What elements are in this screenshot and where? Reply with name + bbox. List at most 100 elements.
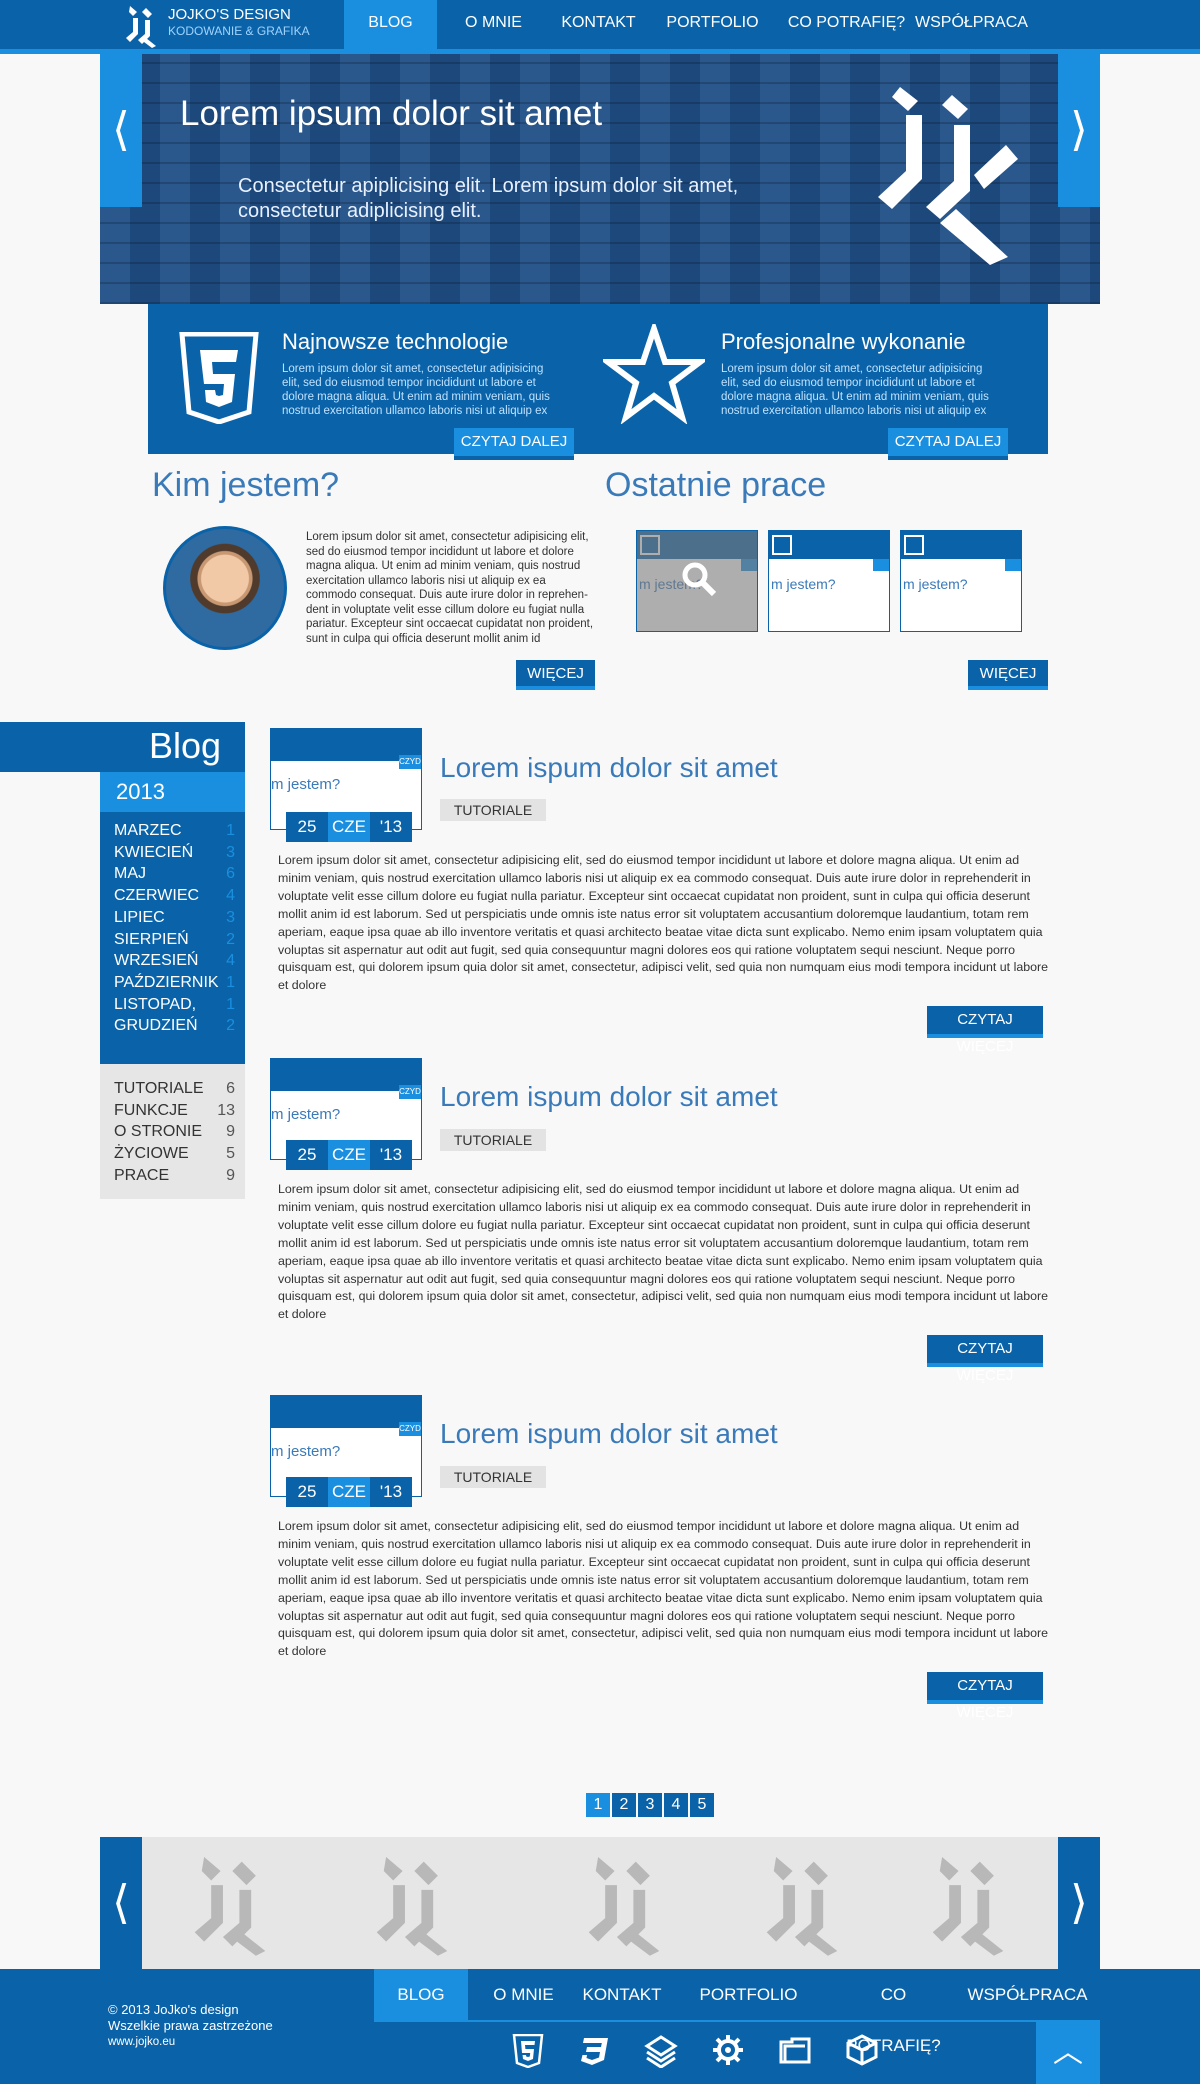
nav-co-potrafie[interactable]: CO POTRAFIĘ? — [778, 0, 915, 49]
date-year: '13 — [370, 812, 412, 842]
footer-nav-kontakt[interactable]: KONTAKT — [579, 1969, 665, 2020]
month-name: KWIECIEŃ — [114, 843, 194, 861]
about-heading: Kim jestem? — [152, 466, 340, 504]
post-title[interactable]: Lorem ispum dolor sit amet — [440, 752, 778, 784]
page-1[interactable]: 1 — [586, 1793, 610, 1817]
jjk-logo-icon[interactable] — [190, 1849, 270, 1959]
month-item[interactable]: WRZESIEŃ 4 — [114, 950, 235, 972]
category-item[interactable]: TUTORIALE 6 — [114, 1078, 235, 1100]
page-3[interactable]: 3 — [638, 1793, 662, 1817]
month-name: SIERPIEŃ — [114, 930, 189, 948]
category-item[interactable]: PRACE 9 — [114, 1165, 235, 1187]
read-more-button[interactable]: CZYTAJ WIĘCEJ — [927, 1006, 1043, 1055]
month-item[interactable]: GRUDZIEŃ 2 — [114, 1015, 235, 1037]
nav-wspolpraca[interactable]: WSPÓŁPRACA — [915, 0, 1028, 49]
footer-nav-wspolpraca[interactable]: WSPÓŁPRACA — [955, 1969, 1100, 2020]
jjk-big-logo-icon — [878, 87, 1018, 265]
month-name: CZERWIEC — [114, 887, 200, 905]
date-month: CZE — [328, 1140, 370, 1170]
feature-text: Lorem ipsum dolor sit amet, consectetur … — [282, 363, 550, 417]
category-name: FUNKCJE — [114, 1101, 188, 1119]
month-count: 3 — [226, 843, 235, 861]
month-count: 1 — [226, 822, 235, 839]
footer-icons — [512, 2034, 878, 2068]
page-2[interactable]: 2 — [612, 1793, 636, 1817]
work-thumbnail[interactable]: m jestem? — [636, 530, 758, 632]
slider-prev-arrow[interactable]: ⟨ — [100, 54, 142, 207]
footer-nav-portfolio[interactable]: PORTFOLIO — [665, 1969, 832, 2020]
post-title[interactable]: Lorem ispum dolor sit amet — [440, 1081, 778, 1113]
footer-nav-o-mnie[interactable]: O MNIE — [468, 1969, 579, 2020]
footer-nav-blog[interactable]: BLOG — [374, 1969, 468, 2020]
css3-icon[interactable] — [578, 2034, 610, 2068]
jjk-logo-icon[interactable] — [584, 1849, 664, 1959]
post-title[interactable]: Lorem ispum dolor sit amet — [440, 1418, 778, 1450]
footer-nav-co-potrafie[interactable]: CO POTRAFIĘ? — [832, 1969, 955, 2055]
category-item[interactable]: ŻYCIOWE 5 — [114, 1143, 235, 1165]
pagination: 1 2 3 4 5 — [586, 1793, 714, 1817]
about-more-button[interactable]: WIĘCEJ — [516, 660, 595, 690]
box-open-icon[interactable] — [778, 2034, 812, 2066]
read-more-button[interactable]: CZYTAJ WIĘCEJ — [927, 1335, 1043, 1384]
jjk-logo-icon[interactable] — [928, 1849, 1008, 1959]
slide-text: Consectetur apiplicising elit. Lorem ips… — [238, 175, 739, 222]
month-item[interactable]: PAŹDZIERNIK 1 — [114, 972, 235, 994]
post-date: 25 CZE '13 — [286, 1140, 412, 1170]
nav-kontakt[interactable]: KONTAKT — [550, 0, 647, 49]
date-day: 25 — [286, 812, 328, 842]
month-item[interactable]: LIPIEC 3 — [114, 907, 235, 929]
category-count: 9 — [226, 1123, 235, 1141]
logos-next-arrow[interactable]: ⟩ — [1058, 1837, 1100, 1969]
category-item[interactable]: O STRONIE 9 — [114, 1121, 235, 1143]
brand-title: JOJKO'S DESIGN — [168, 6, 291, 23]
main-nav: BLOG O MNIE KONTAKT PORTFOLIO CO POTRAFI… — [344, 0, 1028, 49]
gear-icon[interactable] — [712, 2034, 744, 2066]
jjk-logo-icon[interactable] — [372, 1849, 452, 1959]
month-item[interactable]: CZERWIEC 4 — [114, 885, 235, 907]
cube-icon[interactable] — [846, 2034, 878, 2066]
nav-portfolio[interactable]: PORTFOLIO — [647, 0, 778, 49]
page-5[interactable]: 5 — [690, 1793, 714, 1817]
date-day: 25 — [286, 1140, 328, 1170]
logos-prev-arrow[interactable]: ⟨ — [100, 1837, 142, 1969]
work-thumbnail[interactable]: m jestem? — [768, 530, 890, 632]
rights-text: Wszelkie prawa zastrzeżone — [108, 2018, 273, 2033]
hero-slider: Lorem ipsum dolor sit amet Consectetur a… — [100, 54, 1100, 304]
layers-icon[interactable] — [644, 2034, 678, 2068]
month-name: PAŹDZIERNIK — [114, 973, 219, 991]
html5-icon[interactable] — [512, 2034, 544, 2068]
site-url[interactable]: www.jojko.eu — [108, 2034, 273, 2050]
search-icon — [682, 562, 717, 597]
page-4[interactable]: 4 — [664, 1793, 688, 1817]
nav-blog[interactable]: BLOG — [344, 0, 437, 49]
month-name: MARZEC — [114, 822, 182, 839]
brand[interactable]: JOJKO'S DESIGN KODOWANIE & GRAFIKA — [168, 7, 310, 39]
read-more-button[interactable]: CZYTAJ DALEJ — [454, 428, 574, 460]
footer-copyright: © 2013 JoJko's design Wszelkie prawa zas… — [108, 2002, 273, 2050]
works-more-button[interactable]: WIĘCEJ — [968, 660, 1048, 690]
work-thumbnail[interactable]: m jestem? — [900, 530, 1022, 632]
month-item[interactable]: LISTOPAD, 1 — [114, 994, 235, 1016]
post-date: 25 CZE '13 — [286, 812, 412, 842]
month-item[interactable]: KWIECIEŃ 3 — [114, 842, 235, 864]
nav-o-mnie[interactable]: O MNIE — [437, 0, 550, 49]
read-more-button[interactable]: CZYTAJ DALEJ — [888, 428, 1008, 460]
slide-title: Lorem ipsum dolor sit amet — [180, 94, 603, 133]
post-tag[interactable]: TUTORIALE — [440, 1466, 546, 1488]
read-more-button[interactable]: CZYTAJ WIĘCEJ — [927, 1672, 1043, 1721]
category-item[interactable]: FUNKCJE 13 — [114, 1100, 235, 1122]
month-item[interactable]: MARZEC 1 — [114, 820, 235, 842]
post-tag[interactable]: TUTORIALE — [440, 799, 546, 821]
back-to-top-button[interactable]: ︿ — [1036, 2022, 1100, 2084]
month-item[interactable]: SIERPIEŃ 2 — [114, 929, 235, 951]
slider-next-arrow[interactable]: ⟩ — [1058, 54, 1100, 207]
post-tag[interactable]: TUTORIALE — [440, 1129, 546, 1151]
year-label[interactable]: 2013 — [100, 772, 245, 812]
thumb-badge: CZYD — [399, 1085, 421, 1099]
html5-shield-icon — [179, 332, 259, 424]
month-item[interactable]: MAJ 6 — [114, 863, 235, 885]
date-day: 25 — [286, 1477, 328, 1507]
logos-slider — [100, 1837, 1100, 1969]
jjk-logo-icon[interactable] — [762, 1849, 842, 1959]
jjk-logo-icon[interactable] — [124, 4, 158, 48]
